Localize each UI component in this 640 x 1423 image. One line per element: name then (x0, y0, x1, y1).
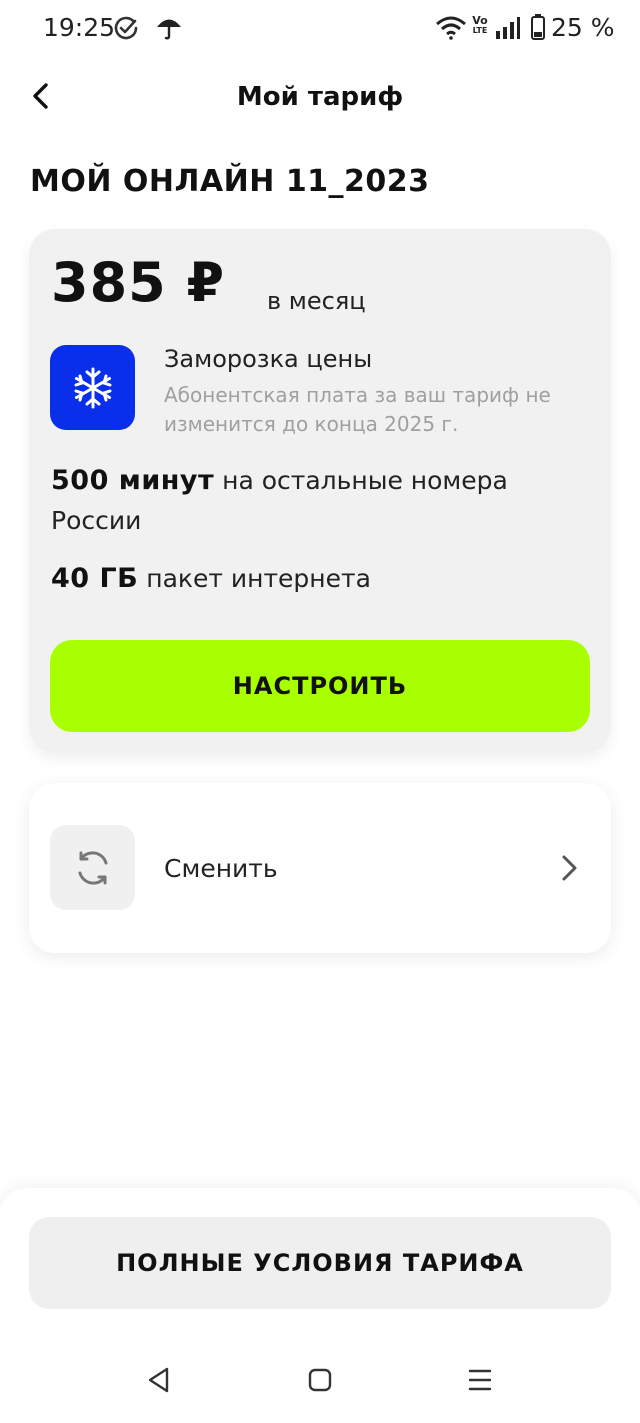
volte-icon: Vo LTE (470, 15, 490, 36)
volte-top: Vo (472, 14, 488, 27)
snowflake-icon (50, 345, 135, 430)
setup-button-label: НАСТРОИТЬ (232, 672, 408, 700)
status-time: 19:25 (43, 13, 116, 42)
chevron-right-icon (562, 855, 577, 881)
setup-button[interactable]: НАСТРОИТЬ (50, 640, 590, 732)
system-nav-bar (0, 1338, 640, 1423)
change-plan-row[interactable]: Сменить (29, 783, 611, 953)
nav-back-icon[interactable] (145, 1366, 173, 1394)
page-title: Мой тариф (236, 82, 404, 112)
freeze-title: Заморозка цены (164, 345, 373, 373)
minutes-value: 500 минут (51, 465, 215, 496)
plan-name: МОЙ ОНЛАЙН 11_2023 (30, 164, 430, 199)
nav-home-icon[interactable] (306, 1366, 334, 1394)
freeze-description: Абонентская плата за ваш тариф не измени… (164, 383, 551, 436)
battery-icon (531, 14, 545, 40)
price-block: 385 ₽ (51, 251, 225, 314)
internet-text: пакет интернета (146, 564, 371, 593)
battery-percent: 25 % (551, 13, 615, 42)
minutes-feature: 500 минут на остальные номера России (51, 461, 591, 541)
price-unit: в месяц (267, 287, 366, 315)
signal-icon (496, 17, 520, 39)
internet-feature: 40 ГБ пакет интернета (51, 559, 371, 599)
full-terms-label: ПОЛНЫЕ УСЛОВИЯ ТАРИФА (116, 1249, 524, 1277)
nav-menu-icon[interactable] (466, 1366, 494, 1394)
change-label: Сменить (164, 854, 278, 883)
wifi-icon (436, 16, 466, 40)
full-terms-button[interactable]: ПОЛНЫЕ УСЛОВИЯ ТАРИФА (29, 1217, 611, 1309)
plan-card: 385 ₽ в месяц Заморозка цены Абонентская… (29, 229, 611, 753)
status-bar: 19:25 Vo LTE 25 % (0, 0, 640, 58)
check-circle-icon (114, 16, 138, 40)
price-value: 385 ₽ (51, 251, 226, 314)
top-app-bar: Мой тариф (0, 60, 640, 132)
internet-value: 40 ГБ (51, 563, 139, 594)
bottom-panel: ПОЛНЫЕ УСЛОВИЯ ТАРИФА (0, 1188, 640, 1338)
umbrella-icon (157, 19, 181, 40)
volte-bottom: LTE (472, 26, 488, 35)
refresh-icon (50, 825, 135, 910)
